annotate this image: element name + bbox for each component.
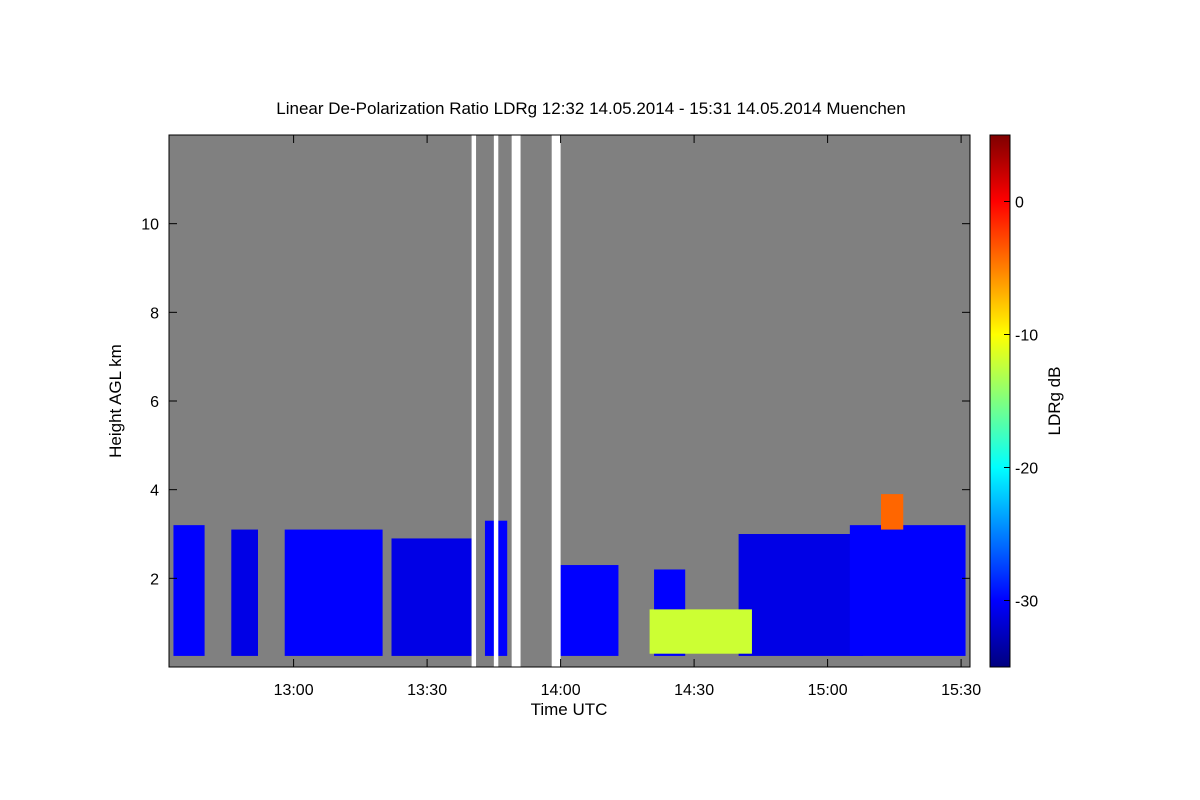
- cloud-8: [849, 525, 966, 656]
- high-ldr-layer-9: [881, 494, 904, 530]
- x-tick-label-4: 15:00: [808, 682, 848, 699]
- x-axis-label: Time UTC: [531, 700, 608, 719]
- colorbar-tick-label-1: -10: [1015, 328, 1038, 345]
- cloud-7: [738, 534, 864, 656]
- y-tick-label-0: 2: [150, 571, 159, 588]
- cloud-0: [173, 525, 205, 656]
- x-tick-label-0: 13:00: [274, 682, 314, 699]
- cloud-2: [284, 529, 383, 656]
- x-tick-label-3: 14:30: [674, 682, 714, 699]
- ldr-chart: Linear De-Polarization Ratio LDRg 12:32 …: [106, 99, 1064, 719]
- y-tick-label-2: 6: [150, 394, 159, 411]
- y-tick-label-3: 8: [150, 305, 159, 322]
- y-axis-label: Height AGL km: [106, 344, 125, 458]
- x-tick-label-1: 13:30: [407, 682, 447, 699]
- missing-data-gap-13: [511, 135, 521, 667]
- cloud-1: [231, 529, 258, 656]
- missing-data-gap-12: [493, 135, 499, 667]
- y-tick-label-4: 10: [141, 217, 159, 234]
- aerosol-layer-10: [649, 609, 752, 654]
- y-tick-label-1: 4: [150, 483, 159, 500]
- missing-data-gap-14: [551, 135, 561, 667]
- colorbar-label: LDRg dB: [1045, 367, 1064, 436]
- colorbar-tick-label-2: -20: [1015, 461, 1038, 478]
- colorbar-tick-label-0: 0: [1015, 195, 1024, 212]
- cloud-5: [560, 565, 619, 656]
- x-tick-label-5: 15:30: [941, 682, 981, 699]
- missing-data-gap-11: [471, 135, 477, 667]
- cloud-3: [391, 538, 472, 656]
- colorbar-tick-label-3: -30: [1015, 594, 1038, 611]
- chart-title: Linear De-Polarization Ratio LDRg 12:32 …: [276, 99, 905, 118]
- colorbar: [989, 134, 1011, 668]
- x-tick-label-2: 14:00: [541, 682, 581, 699]
